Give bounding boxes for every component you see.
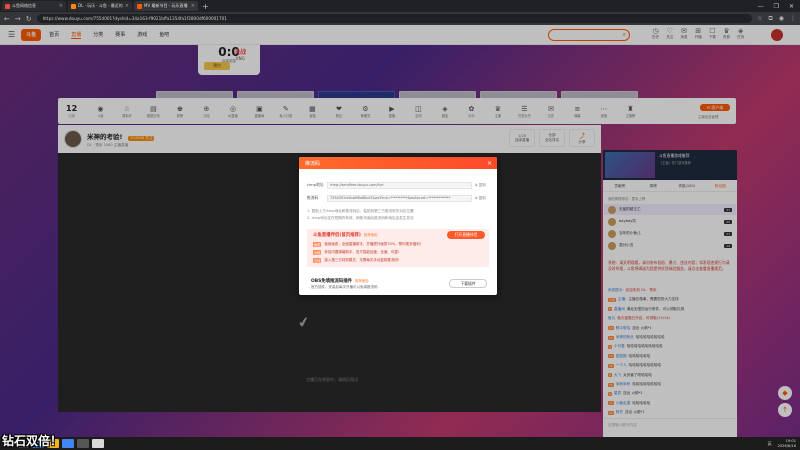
tab-title: MV 最新节目 - 玩乐直播 DL · 玩乐直播: [144, 3, 189, 8]
url-field[interactable]: https://www.douyu.com/7554001?dyshid=34a…: [36, 14, 753, 23]
obs-title: OBS免填推流码插件 推荐使用: [311, 278, 369, 284]
rtmp-field[interactable]: rtmp://sendfree.douyu.com/live: [327, 181, 472, 189]
taskbar-browser-icon[interactable]: [62, 439, 74, 448]
tab-close-icon[interactable]: ×: [189, 3, 195, 9]
rtmp-copy-label: 复制: [478, 182, 486, 187]
code-label: 推流码: [307, 195, 319, 200]
helper-line-badge: 画质: [313, 242, 322, 247]
address-bar: ← → ↻ https://www.douyu.com/7554001?dysh…: [0, 12, 800, 25]
extension-icons: ☆ ⧉ ◉ ⋮: [757, 15, 796, 23]
forward-icon[interactable]: →: [15, 15, 21, 23]
obs-tag: 推荐使用: [354, 279, 369, 283]
os-taskbar: ⊞ 英 19:01 2026/6/16: [0, 437, 800, 450]
tab-title: DL · 玩乐 · 斗鱼 · 最近的直播: [78, 3, 123, 8]
helper-line-text: 接入第三方特效模式，无需每天手动复制推流码!: [324, 258, 400, 262]
taskbar-app2-icon[interactable]: [77, 439, 89, 448]
close-icon[interactable]: ✕: [789, 3, 794, 10]
tab-favicon-icon: [137, 3, 142, 9]
minimize-icon[interactable]: —: [758, 3, 764, 10]
modal-header: 推流码 ×: [299, 157, 497, 169]
helper-line: 互动 接入第三方特效模式，无需每天手动复制推流码!: [313, 258, 399, 263]
browser-tabbar: 斗鱼网络信息×DL · 玩乐 · 斗鱼 · 最近的直播×MV 最新节目 - 玩乐…: [0, 0, 800, 12]
tab-favicon-icon: [5, 3, 10, 9]
menu-icon[interactable]: ⋮: [790, 15, 796, 23]
tray-input[interactable]: 英: [768, 441, 772, 447]
obs-title-text: OBS免填推流码插件: [311, 279, 352, 284]
maximize-icon[interactable]: ❐: [774, 3, 779, 10]
stream-key-modal: 推流码 × rtmp地址 rtmp://sendfree.douyu.com/l…: [299, 157, 497, 295]
clock[interactable]: 19:01 2026/6/16: [778, 439, 800, 448]
helper-box: 斗鱼直播伴侣(首页推荐) 推荐使用 打开直播伴侣 画质 极致画质，全面直播助手，开播…: [307, 229, 489, 267]
modal-note-2: 2. rtmp地址仅在短期内有效，刷新页面后推流码和地址会发生变化: [307, 216, 414, 220]
window-controls: — ❐ ✕: [758, 3, 800, 10]
helper-line: 功能 伴侣内置弹幕助手，官方智能加速、全面、可靠!: [313, 250, 399, 255]
code-copy-button[interactable]: ⧉ 复制: [475, 196, 489, 201]
download-plugin-button[interactable]: 下载插件: [449, 279, 487, 288]
helper-line-text: 极致画质，全面直播助手，开播提升画质30%，帮你更多福利!: [324, 242, 422, 246]
code-field[interactable]: 7554001rsSbs8f6a8Bcd?&wsTime=**********&…: [327, 194, 472, 202]
helper-line-badge: 功能: [313, 250, 322, 255]
helper-title-text: 斗鱼直播伴侣(首页推荐): [313, 233, 361, 238]
modal-note-1: 1. 复制上方rtmp地址和推流码后，粘贴到第三方推流软件对应位置: [307, 209, 414, 213]
helper-line-text: 伴侣内置弹幕助手，官方智能加速、全面、可靠!: [324, 250, 400, 254]
browser-tab[interactable]: DL · 玩乐 · 斗鱼 · 最近的直播×: [68, 1, 132, 11]
obs-desc: 官方插件，安装后每次开播可以免填推流码: [311, 285, 378, 289]
helper-title: 斗鱼直播伴侣(首页推荐) 推荐使用: [313, 232, 377, 238]
tab-favicon-icon: [71, 3, 76, 9]
helper-tag: 推荐使用: [363, 233, 378, 237]
browser-tab[interactable]: 斗鱼网络信息 ×: [2, 1, 66, 11]
modal-title: 推流码: [305, 160, 321, 167]
taskbar-app3-icon[interactable]: [92, 439, 104, 448]
helper-line: 画质 极致画质，全面直播助手，开播提升画质30%，帮你更多福利!: [313, 242, 421, 247]
rtmp-label: rtmp地址: [307, 182, 324, 187]
code-copy-label: 复制: [478, 195, 486, 200]
tab-title: 斗鱼网络信息: [12, 3, 36, 8]
helper-line-badge: 互动: [313, 258, 322, 263]
open-helper-button[interactable]: 打开直播伴侣: [447, 231, 485, 239]
new-tab-button[interactable]: +: [202, 2, 209, 11]
tab-close-icon[interactable]: ×: [123, 3, 129, 9]
rtmp-copy-button[interactable]: ⧉ 复制: [475, 183, 489, 188]
browser-tab[interactable]: MV 最新节目 - 玩乐直播 DL · 玩乐直播×: [134, 1, 198, 11]
profile-icon[interactable]: ◉: [779, 15, 784, 23]
tab-close-icon[interactable]: ×: [57, 3, 63, 9]
back-icon[interactable]: ←: [4, 15, 10, 23]
star-icon[interactable]: ☆: [757, 15, 762, 23]
modal-close-icon[interactable]: ×: [487, 160, 497, 167]
clock-date: 2026/6/16: [777, 443, 796, 448]
puzzle-icon[interactable]: ⧉: [768, 15, 772, 23]
code-row: 推流码 7554001rsSbs8f6a8Bcd?&wsTime=*******…: [307, 194, 489, 202]
rtmp-row: rtmp地址 rtmp://sendfree.douyu.com/live ⧉ …: [307, 181, 489, 189]
video-caption: 钻石双倍！: [2, 434, 63, 448]
reload-icon[interactable]: ↻: [26, 15, 32, 23]
